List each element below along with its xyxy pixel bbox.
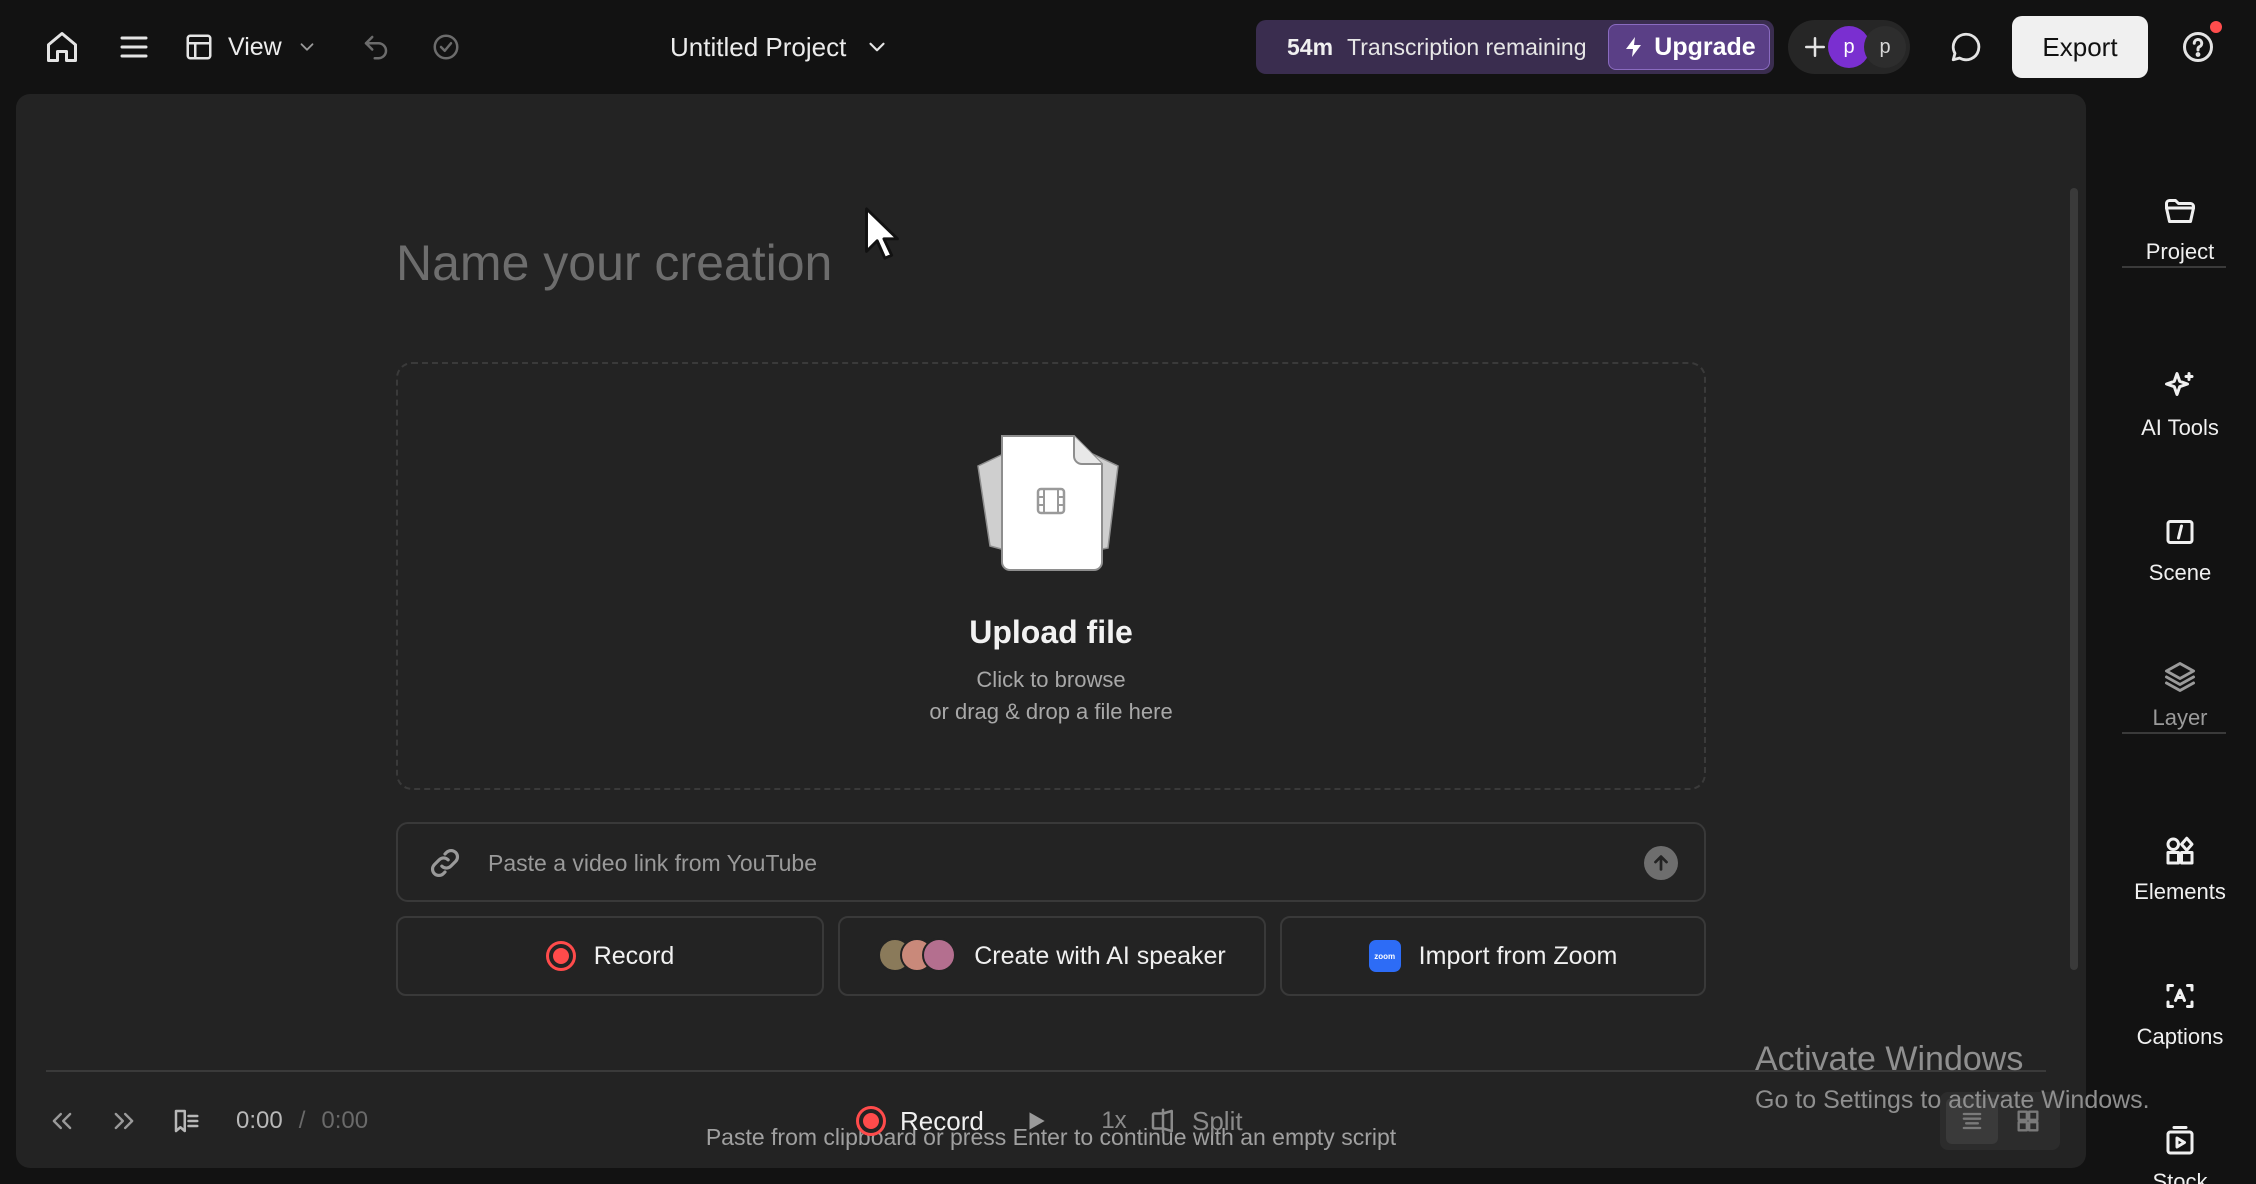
shapes-icon xyxy=(2166,836,2194,865)
bookmark-list-icon xyxy=(174,1109,199,1133)
playback-speed-button[interactable]: 1x xyxy=(1084,1096,1144,1146)
hamburger-icon xyxy=(120,36,148,58)
chat-bubble-icon xyxy=(1951,32,1981,62)
sidebar-item-label: Scene xyxy=(2148,560,2212,585)
scene-icon xyxy=(2166,520,2194,544)
top-bar: View Untitled Project 54m Transcription … xyxy=(0,0,2256,94)
ai-speaker-avatars-icon xyxy=(878,938,957,974)
sidebar-item-captions[interactable]: Captions xyxy=(2112,959,2248,1069)
creation-name-input[interactable]: Name your creation xyxy=(396,234,1496,292)
transcription-label: Transcription remaining xyxy=(1347,33,1587,60)
undo-icon xyxy=(364,35,388,60)
check-circle-icon xyxy=(433,34,459,60)
play-icon xyxy=(1029,1112,1045,1130)
split-label: Split xyxy=(1192,1105,1243,1136)
sidebar-item-label: Elements xyxy=(2134,879,2226,904)
record-button[interactable]: Record xyxy=(396,916,824,996)
upload-title: Upload file xyxy=(969,614,1133,650)
zoom-logo-icon: zoom xyxy=(1368,940,1401,972)
view-menu-button[interactable]: View xyxy=(184,22,318,72)
project-title-dropdown[interactable]: Untitled Project xyxy=(670,20,890,74)
sidebar-item-label: Stock xyxy=(2152,1169,2208,1184)
upload-instruction: Click to browse xyxy=(976,667,1126,692)
upload-dropzone[interactable]: Upload file Click to browse or drag & dr… xyxy=(396,362,1706,790)
avatar[interactable]: p xyxy=(1864,26,1906,68)
previous-button[interactable] xyxy=(42,1096,82,1146)
create-with-ai-speaker-button[interactable]: Create with AI speaker xyxy=(838,916,1266,996)
import-from-zoom-button[interactable]: zoom Import from Zoom xyxy=(1280,916,1706,996)
sidebar-item-label: Layer xyxy=(2152,705,2208,730)
menu-button[interactable] xyxy=(112,25,156,69)
collaborators-group: p p xyxy=(1788,20,1910,74)
saved-status-indicator xyxy=(424,25,468,69)
upgrade-button[interactable]: Upgrade xyxy=(1608,24,1770,70)
record-label: Record xyxy=(900,1105,984,1136)
chevron-down-icon xyxy=(300,43,314,51)
scrollbar[interactable] xyxy=(2070,188,2078,970)
sidebar-item-label: Captions xyxy=(2136,1024,2224,1049)
sidebar-item-elements[interactable]: Elements xyxy=(2112,814,2248,924)
project-title: Untitled Project xyxy=(670,31,847,62)
double-chevron-right-icon xyxy=(114,1112,134,1130)
folder-icon xyxy=(2165,199,2195,223)
captions-icon xyxy=(2166,984,2194,1008)
transcription-minutes: 54m xyxy=(1287,33,1334,60)
activate-windows-subtitle: Go to Settings to activate Windows. xyxy=(1755,1086,2150,1114)
export-button[interactable]: Export xyxy=(2012,16,2148,78)
home-button[interactable] xyxy=(40,25,84,69)
record-label: Record xyxy=(593,941,675,970)
stock-media-icon xyxy=(2166,1126,2194,1155)
sidebar-item-label: AI Tools xyxy=(2141,415,2219,440)
right-sidebar: Project AI Tools Scene Layer Elements Ca… xyxy=(2104,94,2256,1184)
divider xyxy=(2122,266,2226,268)
divider xyxy=(46,1070,2046,1072)
split-icon xyxy=(1151,1108,1173,1134)
double-chevron-left-icon xyxy=(52,1112,72,1130)
lightning-icon xyxy=(1626,37,1642,57)
time-readout: 0:00 / 0:00 xyxy=(236,1096,368,1146)
time-separator: / xyxy=(298,1107,306,1134)
sidebar-item-ai-tools[interactable]: AI Tools xyxy=(2112,350,2248,460)
arrow-up-icon xyxy=(1654,855,1668,871)
transcription-status: 54m Transcription remaining Upgrade xyxy=(1256,20,1774,74)
file-upload-icon xyxy=(977,435,1119,571)
upgrade-label: Upgrade xyxy=(1654,32,1756,61)
notification-dot xyxy=(2210,21,2222,33)
divider xyxy=(2122,732,2226,734)
sparkle-icon xyxy=(2165,372,2194,396)
activate-windows-watermark: Activate Windows xyxy=(1755,1040,2024,1078)
editor-main-panel: Name your creation Upload file Click to … xyxy=(16,94,2086,1168)
home-icon xyxy=(47,32,77,62)
youtube-link-field xyxy=(396,822,1706,902)
next-button[interactable] xyxy=(104,1096,144,1146)
upload-instruction: or drag & drop a file here xyxy=(929,699,1173,724)
submit-link-button[interactable] xyxy=(1644,846,1678,880)
record-icon xyxy=(856,1106,886,1136)
sidebar-item-stock[interactable]: Stock xyxy=(2112,1104,2248,1184)
sidebar-item-scene[interactable]: Scene xyxy=(2112,495,2248,605)
record-icon xyxy=(545,941,576,971)
split-button[interactable]: Split xyxy=(1148,1096,1243,1146)
help-button[interactable] xyxy=(2176,21,2222,69)
chevron-down-icon xyxy=(869,42,885,52)
plus-icon xyxy=(1805,37,1825,57)
sidebar-item-label: Project xyxy=(2145,239,2215,264)
undo-button[interactable] xyxy=(354,25,398,69)
chapters-button[interactable] xyxy=(166,1096,206,1146)
current-time: 0:00 xyxy=(236,1107,283,1134)
view-menu-label: View xyxy=(228,32,282,61)
help-icon xyxy=(2183,32,2213,62)
layout-icon xyxy=(186,34,212,60)
zoom-label: Import from Zoom xyxy=(1418,941,1618,970)
play-button[interactable] xyxy=(1016,1096,1056,1146)
ai-speaker-label: Create with AI speaker xyxy=(974,941,1226,970)
transport-bar: 0:00 / 0:00 Record 1x Split xyxy=(16,1070,2086,1168)
comments-button[interactable] xyxy=(1944,25,1988,69)
mouse-cursor-icon xyxy=(865,207,899,260)
total-time: 0:00 xyxy=(321,1107,369,1134)
link-icon xyxy=(431,849,459,877)
youtube-link-input[interactable] xyxy=(488,834,1568,892)
record-button[interactable]: Record xyxy=(856,1096,984,1146)
layers-icon xyxy=(2165,662,2195,692)
